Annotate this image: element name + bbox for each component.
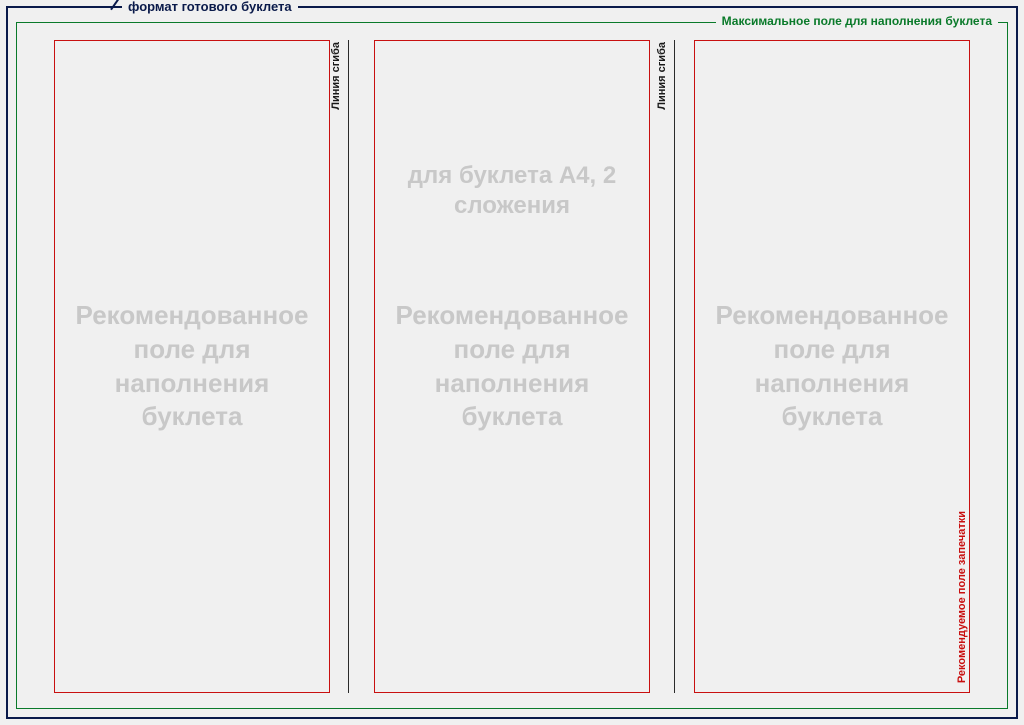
panel-1: Рекомендованное поле для наполнения букл… xyxy=(54,40,329,693)
tick-mark-icon xyxy=(106,0,124,10)
panel-2-text: Рекомендованное поле для наполнения букл… xyxy=(375,299,648,434)
format-label: формат готового буклета xyxy=(122,0,298,14)
panels-container: Рекомендованное поле для наполнения букл… xyxy=(32,40,992,693)
panel-2: для буклета А4, 2 сложения Рекомендованн… xyxy=(374,40,649,693)
panel-3: Рекомендованное поле для наполнения букл… xyxy=(694,40,969,693)
panel-wrap-1: Рекомендованное поле для наполнения букл… xyxy=(32,40,352,693)
panel-2-subtitle: для буклета А4, 2 сложения xyxy=(375,161,648,221)
print-area-label: Рекомендуемое поле запечатки xyxy=(956,507,968,687)
max-field-label: Максимальное поле для наполнения буклета xyxy=(716,14,998,28)
panel-1-text: Рекомендованное поле для наполнения букл… xyxy=(55,299,328,434)
panel-3-text: Рекомендованное поле для наполнения букл… xyxy=(695,299,968,434)
panel-wrap-2: для буклета А4, 2 сложения Рекомендованн… xyxy=(352,40,672,693)
panel-wrap-3: Рекомендованное поле для наполнения букл… xyxy=(672,40,992,693)
